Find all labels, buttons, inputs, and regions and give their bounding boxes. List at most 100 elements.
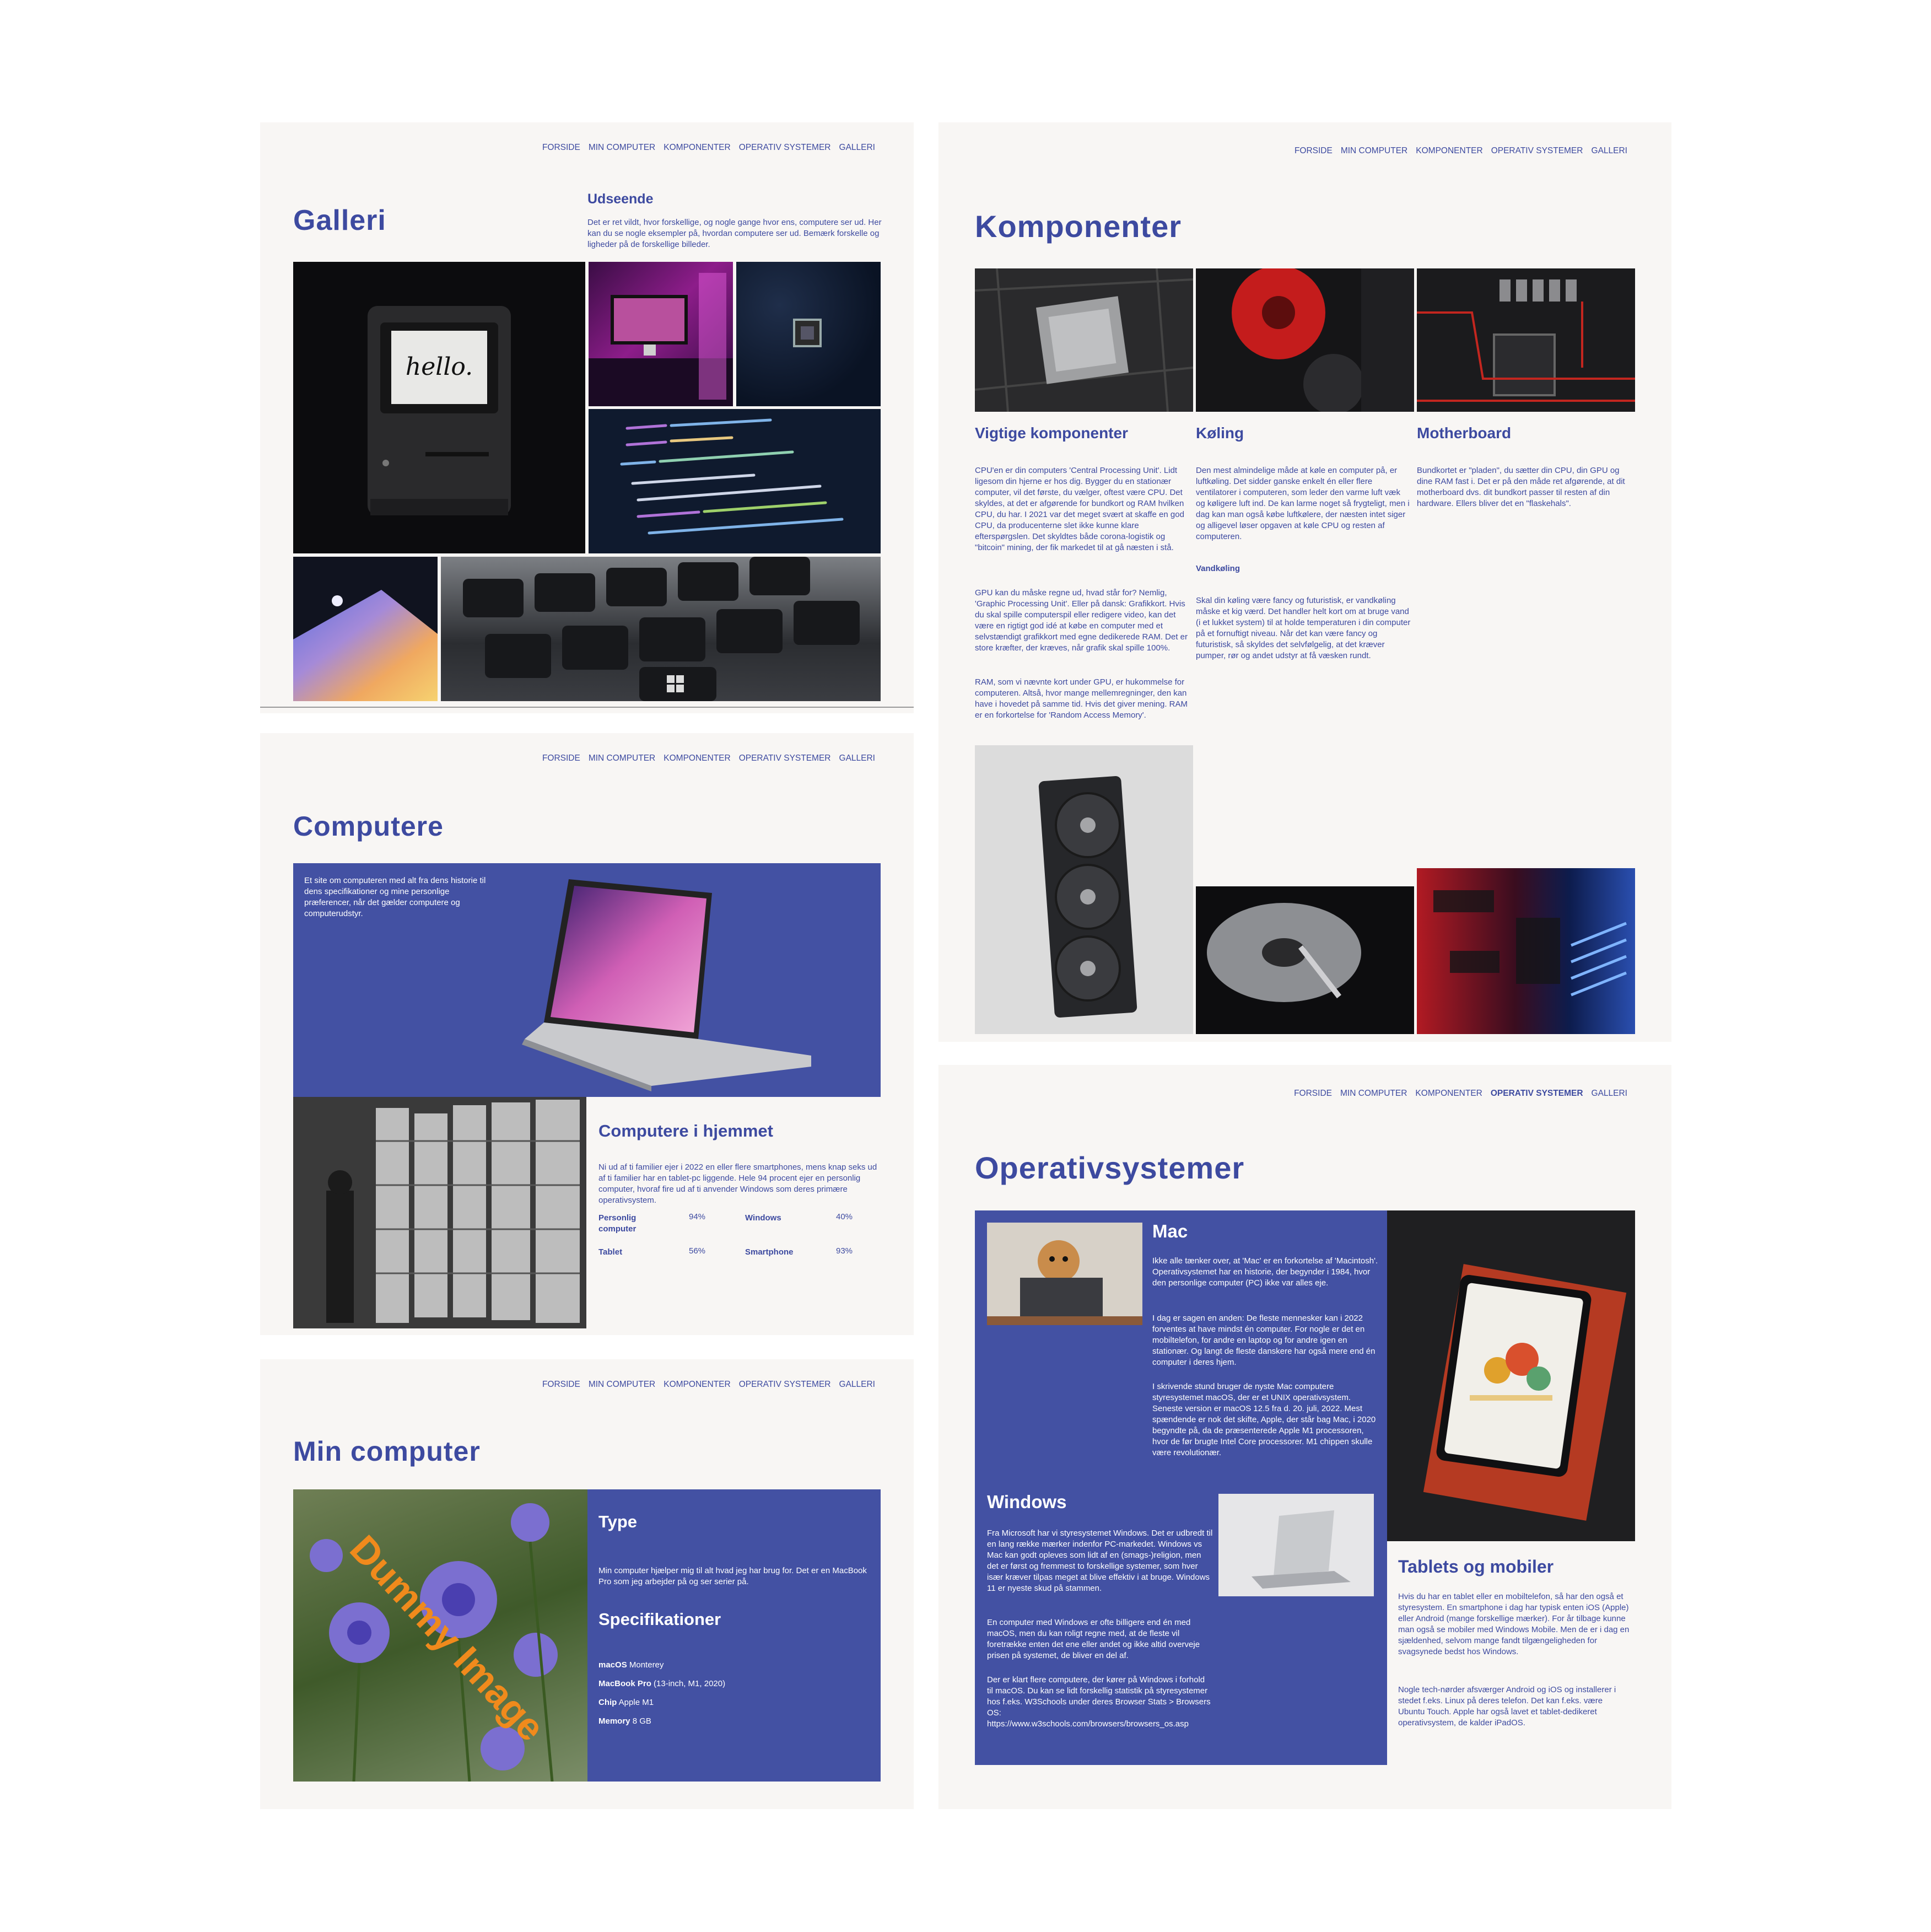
stat-label: Personlig computer (598, 1213, 637, 1234)
page-galleri: FORSIDE MIN COMPUTER KOMPONENTER OPERATI… (260, 122, 914, 713)
desk-setup-image (589, 262, 733, 406)
tablet-image (1387, 1210, 1635, 1541)
nav-komponenter[interactable]: KOMPONENTER (1416, 146, 1482, 156)
page-title: Operativsystemer (975, 1150, 1245, 1185)
mac-text-2: I dag er sagen en anden: De fleste menne… (1152, 1314, 1376, 1367)
cpu-image (975, 268, 1193, 412)
flower-placeholder-image: Dummy Image (293, 1489, 587, 1782)
section-heading: Computere i hjemmet (598, 1121, 773, 1140)
nav-min-computer[interactable]: MIN COMPUTER (589, 143, 655, 153)
main-nav: FORSIDE MIN COMPUTER KOMPONENTER OPERATI… (542, 754, 875, 763)
windows-heading: Windows (987, 1492, 1067, 1512)
main-nav: FORSIDE MIN COMPUTER KOMPONENTER OPERATI… (542, 1380, 875, 1390)
hero-text: Et site om computeren med alt fra dens h… (304, 876, 486, 918)
page-title: Computere (293, 811, 444, 842)
main-nav: FORSIDE MIN COMPUTER KOMPONENTER OPERATI… (542, 143, 875, 153)
nav-operativ-systemer[interactable]: OPERATIV SYSTEMER (1491, 1089, 1583, 1099)
gpu-text: GPU kan du måske regne ud, hvad står for… (975, 588, 1188, 653)
intro-text: Det er ret vildt, hvor forskellige, og n… (587, 218, 882, 249)
cpu-text: CPU'en er din computers 'Central Process… (975, 466, 1184, 552)
nav-operativ-systemer[interactable]: OPERATIV SYSTEMER (739, 1380, 831, 1390)
circuit-lights-image (1417, 868, 1635, 1034)
tablets-text-1: Hvis du har en tablet eller en mobiltele… (1398, 1592, 1630, 1656)
col-heading-components: Vigtige komponenter (975, 424, 1128, 442)
nav-komponenter[interactable]: KOMPONENTER (1415, 1089, 1482, 1099)
nav-komponenter[interactable]: KOMPONENTER (664, 754, 730, 763)
page-divider (260, 707, 914, 708)
cooling-text: Den mest almindelige måde at køle en com… (1196, 466, 1410, 541)
nav-galleri[interactable]: GALLERI (839, 754, 875, 763)
stat-label: Tablet (598, 1247, 623, 1257)
mac-text-3: I skrivende stund bruger de nyste Mac co… (1152, 1382, 1376, 1457)
windows-text-2: En computer med Windows er ofte billiger… (987, 1618, 1200, 1660)
stat-value: 94% (689, 1212, 706, 1221)
nav-galleri[interactable]: GALLERI (1592, 146, 1627, 156)
type-text: Min computer hjælper mig til alt hvad je… (598, 1566, 867, 1586)
gpu-image (975, 745, 1193, 1034)
tablets-text-2: Nogle tech-nørder afsværger Android og i… (1398, 1685, 1616, 1728)
mainframe-history-image (293, 1097, 586, 1328)
w3schools-link[interactable]: https://www.w3schools.com/browsers/brows… (987, 1719, 1229, 1730)
stat-value: 56% (689, 1246, 706, 1256)
mac-heading: Mac (1152, 1221, 1188, 1241)
col-heading-motherboard: Motherboard (1417, 424, 1512, 442)
stat-label: Windows (745, 1213, 781, 1223)
spec-panel (587, 1489, 881, 1782)
mac-text-1: Ikke alle tænker over, at 'Mac' er en fo… (1152, 1256, 1378, 1288)
tablets-heading: Tablets og mobiler (1398, 1557, 1554, 1576)
page-computere: FORSIDE MIN COMPUTER KOMPONENTER OPERATI… (260, 733, 914, 1335)
nav-min-computer[interactable]: MIN COMPUTER (1340, 1089, 1407, 1099)
page-operativsystemer: FORSIDE MIN COMPUTER KOMPONENTER OPERATI… (938, 1065, 1671, 1809)
windows-text-1: Fra Microsoft har vi styresystemet Windo… (987, 1529, 1213, 1593)
nav-komponenter[interactable]: KOMPONENTER (664, 1380, 730, 1390)
nav-min-computer[interactable]: MIN COMPUTER (1341, 146, 1407, 156)
code-screen-image (589, 409, 881, 553)
nav-operativ-systemer[interactable]: OPERATIV SYSTEMER (739, 754, 831, 763)
page-title: Galleri (293, 204, 386, 236)
rainbow-laptop-image (293, 557, 438, 701)
stat-value: 40% (836, 1212, 853, 1221)
main-nav: FORSIDE MIN COMPUTER KOMPONENTER OPERATI… (1294, 146, 1627, 156)
nav-operativ-systemer[interactable]: OPERATIV SYSTEMER (739, 143, 831, 153)
chip-image (736, 262, 881, 406)
nav-forside[interactable]: FORSIDE (1294, 1089, 1332, 1099)
motherboard-image (1417, 268, 1635, 412)
windows-text-3: Der er klart flere computere, der kører … (987, 1675, 1211, 1718)
nav-komponenter[interactable]: KOMPONENTER (664, 143, 730, 153)
spec-row: Chip Apple M1 (598, 1698, 654, 1707)
mac-screen-text: hello. (405, 353, 473, 381)
keyboard-image (441, 557, 881, 701)
dog-laptop-image (987, 1223, 1142, 1325)
nav-operativ-systemer[interactable]: OPERATIV SYSTEMER (1491, 146, 1583, 156)
nav-forside[interactable]: FORSIDE (1294, 146, 1333, 156)
col-heading-cooling: Køling (1196, 424, 1244, 442)
stat-label: Smartphone (745, 1247, 794, 1257)
cooling-fan-image (1196, 268, 1414, 412)
main-nav: FORSIDE MIN COMPUTER KOMPONENTER OPERATI… (1294, 1089, 1627, 1099)
nav-forside[interactable]: FORSIDE (542, 754, 580, 763)
nav-forside[interactable]: FORSIDE (542, 143, 580, 153)
nav-min-computer[interactable]: MIN COMPUTER (589, 1380, 655, 1390)
spec-heading: Specifikationer (598, 1610, 721, 1629)
motherboard-text: Bundkortet er "pladen", du sætter din CP… (1417, 466, 1625, 508)
nav-galleri[interactable]: GALLERI (839, 1380, 875, 1390)
page-min-computer: FORSIDE MIN COMPUTER KOMPONENTER OPERATI… (260, 1359, 914, 1809)
windows-laptop-image (1218, 1494, 1374, 1596)
nav-galleri[interactable]: GALLERI (1592, 1089, 1627, 1099)
nav-min-computer[interactable]: MIN COMPUTER (589, 754, 655, 763)
page-title: Min computer (293, 1436, 481, 1467)
page-komponenter: FORSIDE MIN COMPUTER KOMPONENTER OPERATI… (938, 122, 1671, 1042)
spec-row: MacBook Pro (13-inch, M1, 2020) (598, 1679, 726, 1688)
spec-row: macOS Monterey (598, 1660, 664, 1670)
water-cooling-text: Skal din køling være fancy og futuristis… (1196, 596, 1411, 660)
macbook-image (514, 874, 811, 1091)
nav-galleri[interactable]: GALLERI (839, 143, 875, 153)
spec-row: Memory 8 GB (598, 1716, 651, 1726)
nav-forside[interactable]: FORSIDE (542, 1380, 580, 1390)
section-heading: Udseende (587, 191, 654, 207)
stat-value: 93% (836, 1246, 853, 1256)
ram-text: RAM, som vi nævnte kort under GPU, er hu… (975, 677, 1188, 720)
section-text: Ni ud af ti familier ejer i 2022 en elle… (598, 1163, 877, 1205)
page-title: Komponenter (975, 209, 1182, 244)
harddrive-image (1196, 886, 1414, 1034)
